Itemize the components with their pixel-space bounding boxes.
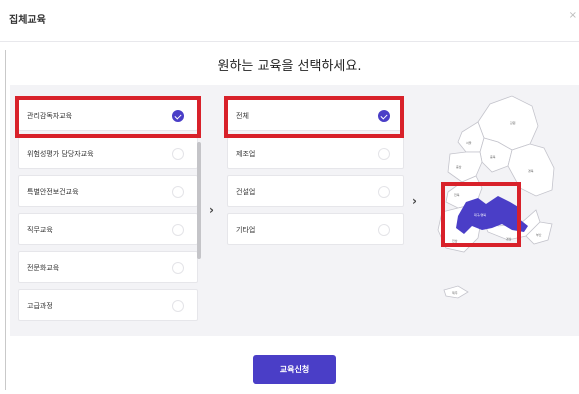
map-label: 전남 bbox=[452, 238, 458, 243]
option-label: 직무교육 bbox=[27, 226, 53, 234]
modal-title: 집체교육 bbox=[9, 15, 46, 26]
apply-button[interactable]: 교육신청 bbox=[253, 355, 336, 384]
industry-option-construction[interactable]: 건설업 bbox=[227, 175, 404, 207]
check-icon[interactable] bbox=[378, 224, 390, 236]
industry-option-other[interactable]: 기타업 bbox=[227, 213, 404, 245]
korea-region-map[interactable]: 서울 강원 충북 충남 경북 대구/경북 전북 경남 전남 부산 제주 bbox=[428, 92, 568, 312]
divider bbox=[5, 50, 6, 390]
map-label: 부산 bbox=[536, 232, 542, 237]
check-icon[interactable] bbox=[378, 148, 390, 160]
map-label: 경북 bbox=[528, 168, 534, 173]
course-option-advanced[interactable]: 고급과정 bbox=[18, 289, 198, 321]
check-icon[interactable] bbox=[378, 110, 390, 122]
map-label: 충북 bbox=[490, 154, 496, 159]
course-list-scrollbar[interactable] bbox=[197, 142, 201, 259]
industry-option-all[interactable]: 전체 bbox=[227, 99, 404, 131]
modal-header: 집체교육 × bbox=[0, 0, 579, 42]
course-option-risk-assessment[interactable]: 위험성평가 담당자교육 bbox=[18, 137, 198, 169]
map-label: 서울 bbox=[466, 140, 472, 145]
course-type-list: 관리감독자교육 위험성평가 담당자교육 특별안전보건교육 직무교육 전문화교육 … bbox=[18, 99, 198, 326]
industry-list: 전체 제조업 건설업 기타업 bbox=[227, 99, 404, 251]
map-label: 전북 bbox=[454, 192, 460, 197]
check-icon[interactable] bbox=[172, 224, 184, 236]
course-option-special-safety[interactable]: 특별안전보건교육 bbox=[18, 175, 198, 207]
course-option-manager[interactable]: 관리감독자교육 bbox=[18, 99, 198, 131]
option-label: 고급과정 bbox=[27, 302, 53, 310]
map-label: 충남 bbox=[456, 164, 462, 169]
map-label: 강원 bbox=[510, 120, 516, 125]
education-select-modal: 집체교육 × 원하는 교육을 선택하세요. 관리감독자교육 위험성평가 담당자교… bbox=[0, 0, 579, 394]
check-icon[interactable] bbox=[172, 262, 184, 274]
course-option-specialization[interactable]: 전문화교육 bbox=[18, 251, 198, 283]
option-label: 건설업 bbox=[236, 188, 256, 196]
chevron-right-icon: › bbox=[209, 203, 214, 217]
option-label: 전문화교육 bbox=[27, 264, 60, 272]
check-icon[interactable] bbox=[172, 186, 184, 198]
map-label-selected: 대구/경북 bbox=[474, 212, 486, 217]
map-label: 제주 bbox=[452, 290, 458, 295]
option-label: 위험성평가 담당자교육 bbox=[27, 150, 94, 158]
option-label: 특별안전보건교육 bbox=[27, 188, 79, 196]
close-icon[interactable]: × bbox=[569, 10, 577, 21]
option-label: 전체 bbox=[236, 112, 249, 120]
check-icon[interactable] bbox=[172, 300, 184, 312]
course-option-job[interactable]: 직무교육 bbox=[18, 213, 198, 245]
option-label: 기타업 bbox=[236, 226, 256, 234]
check-icon[interactable] bbox=[172, 110, 184, 122]
industry-option-manufacturing[interactable]: 제조업 bbox=[227, 137, 404, 169]
check-icon[interactable] bbox=[172, 148, 184, 160]
option-label: 제조업 bbox=[236, 150, 256, 158]
region-seoul bbox=[457, 121, 485, 153]
chevron-right-icon: › bbox=[412, 194, 417, 208]
page-heading: 원하는 교육을 선택하세요. bbox=[217, 59, 362, 74]
map-label: 경남 bbox=[506, 236, 512, 241]
check-icon[interactable] bbox=[378, 186, 390, 198]
option-label: 관리감독자교육 bbox=[27, 112, 73, 120]
